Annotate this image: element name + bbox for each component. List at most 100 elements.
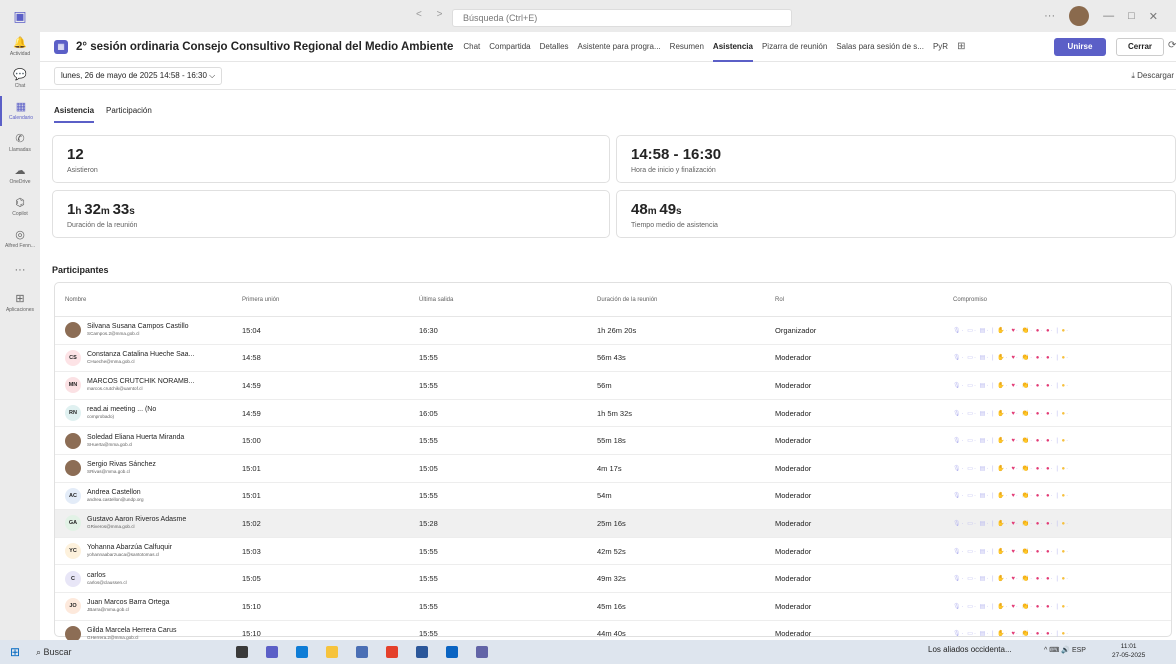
maximize-icon[interactable]: □ [1128, 10, 1135, 22]
last-leave: 16:05 [419, 408, 438, 418]
participant-email: comprobado) [87, 414, 115, 420]
rail-item-onedrive[interactable]: ☁ OneDrive [0, 160, 40, 190]
taskbar-search[interactable]: ⌕ Buscar [36, 647, 196, 658]
engagement-icons: 🎙· ▭· ▤· | ✋· ♥· 👏· ●· ●· | ●· [953, 438, 1070, 445]
col-engagement[interactable]: Compromiso [953, 297, 1153, 303]
store-icon[interactable] [356, 646, 368, 658]
participant-cell: Sergio Rivas Sánchez SRivas@mma.gob.cl [55, 460, 242, 477]
avatar: AC [65, 487, 81, 504]
title-bar: ▣ < > Búsqueda (Ctrl+E) ··· — □ ✕ [0, 0, 1176, 32]
table-row[interactable]: Ccarlos carlos@claussen.cl 15:05 15:55 49m 3… [55, 565, 1171, 593]
tab-resumen[interactable]: Resumen [670, 32, 704, 62]
participant-cell: Soledad Eliana Huerta Miranda SHuerta@mma… [55, 432, 242, 449]
edge-icon[interactable] [296, 646, 308, 658]
table-row[interactable]: YC Yohanna Abarzúa Calfuquir yohannaabarzu… [55, 538, 1171, 566]
tab-asistencia[interactable]: Asistencia [712, 32, 753, 62]
tab-pizarra-de-reunión[interactable]: Pizarra de reunión [762, 32, 827, 62]
minimize-icon[interactable]: — [1103, 10, 1114, 22]
date-selector[interactable]: lunes, 26 de mayo de 2025 14:58 - 16:30 … [54, 66, 223, 85]
user-avatar[interactable] [1069, 6, 1090, 26]
clock-date: 27-05-2025 [1112, 652, 1146, 659]
table-row[interactable]: CS Constanza Catalina Hueche Saa... CHuech… [55, 345, 1171, 373]
copilot-icon: ⌬ [15, 196, 25, 209]
rail-item-copilot[interactable]: ⌬ Copilot [0, 192, 40, 222]
rail-item-llamadas[interactable]: ✆ Llamadas [0, 128, 40, 158]
meeting-duration-cell: 44m 40s [597, 629, 626, 639]
refresh-icon[interactable]: ⟳ [1168, 40, 1176, 51]
participant-email: SCampos.2@mma.gob.cl [87, 331, 140, 337]
engagement-icons: 🎙· ▭· ▤· | ✋· ♥· 👏· ●· ●· | ●· [953, 410, 1070, 417]
tab-salas-para-sesión-de-s-[interactable]: Salas para sesión de s... [836, 32, 924, 62]
tab-chat[interactable]: Chat [463, 32, 480, 62]
table-row[interactable]: RN read.ai meeting ... (No comprobado) 14:5… [55, 400, 1171, 428]
system-tray[interactable]: ^ ⌨ 🔊 ESP [1044, 646, 1086, 654]
table-row[interactable]: JO Juan Marcos Barra Ortega JBarra@mma.gob… [55, 593, 1171, 621]
rail-item-more[interactable]: ··· [0, 256, 40, 286]
meeting-duration-cell: 49m 32s [597, 574, 626, 584]
add-tab-icon[interactable]: ⊞ [957, 41, 965, 52]
more-options-icon[interactable]: ··· [1044, 10, 1055, 22]
outlook-icon[interactable] [446, 646, 458, 658]
close-button[interactable]: Cerrar [1116, 38, 1164, 56]
rail-item-chat[interactable]: 💬 Chat [0, 64, 40, 94]
teams-taskbar-icon[interactable] [266, 646, 278, 658]
download-button[interactable]: ⤓ Descargar [1131, 71, 1174, 81]
last-leave: 15:55 [419, 629, 438, 639]
windows-start-icon[interactable]: ⊞ [4, 645, 26, 659]
close-window-icon[interactable]: ✕ [1149, 10, 1158, 23]
participant-name: Yohanna Abarzúa Calfuquir [87, 544, 172, 552]
join-button[interactable]: Unirse [1054, 38, 1106, 56]
col-last-leave[interactable]: Última salida [419, 297, 597, 303]
participant-cell: RN read.ai meeting ... (No comprobado) [55, 405, 242, 422]
table-row[interactable]: Silvana Susana Campos Castillo SCampos.2@… [55, 317, 1171, 345]
avatar: MN [65, 377, 81, 394]
participant-name: Constanza Catalina Hueche Saa... [87, 350, 195, 358]
tab-detalles[interactable]: Detalles [540, 32, 569, 62]
clock[interactable]: 11:01 27-05-2025 [1112, 642, 1145, 660]
rail-item-actividad[interactable]: 🔔 Actividad [0, 32, 40, 62]
table-row[interactable]: MN MARCOS CRUTCHIK NORAMB... marcos.crutch… [55, 372, 1171, 400]
duration-card: 1h 32m 33s Duración de la reunión [52, 190, 610, 238]
calendar-icon: ▦ [15, 100, 27, 113]
table-row[interactable]: Soledad Eliana Huerta Miranda SHuerta@mma… [55, 427, 1171, 455]
chrome-icon[interactable] [386, 646, 398, 658]
col-role[interactable]: Rol [775, 297, 953, 303]
news-widget[interactable]: Los aliados occidenta... [928, 645, 1012, 654]
tab-pyr[interactable]: PyR [933, 32, 948, 62]
col-first-join[interactable]: Primera unión [242, 297, 419, 303]
teams-new-icon[interactable] [476, 646, 488, 658]
meeting-duration-cell: 55m 18s [597, 436, 626, 446]
avatar [65, 322, 81, 339]
app-icon: ◎ [15, 228, 25, 241]
role: Organizador [775, 325, 817, 335]
rail-item-aplicaciones[interactable]: ⊞ Aplicaciones [0, 288, 40, 318]
rail-label: OneDrive [9, 178, 31, 185]
task-view-icon[interactable] [236, 646, 248, 658]
search-input[interactable]: Búsqueda (Ctrl+E) [452, 9, 792, 27]
role: Moderador [775, 574, 812, 584]
engagement-icons: 🎙· ▭· ▤· | ✋· ♥· 👏· ●· ●· | ●· [953, 576, 1070, 583]
col-duration[interactable]: Duración de la reunión [597, 297, 775, 303]
col-name[interactable]: Nombre [55, 297, 242, 303]
role: Moderador [775, 408, 812, 418]
engagement-icons: 🎙· ▭· ▤· | ✋· ♥· 👏· ●· ●· | ●· [953, 327, 1070, 334]
table-row[interactable]: AC Andrea Castellon andrea.castellon@undp.… [55, 483, 1171, 511]
tab-compartida[interactable]: Compartida [489, 32, 530, 62]
nav-arrows[interactable]: < > [416, 9, 448, 20]
meeting-duration-cell: 4m 17s [597, 463, 622, 473]
tab-asistente-para-progra-[interactable]: Asistente para progra... [578, 32, 661, 62]
meeting-duration-cell: 54m [597, 491, 612, 501]
avatar: CS [65, 349, 81, 366]
participant-name: MARCOS CRUTCHIK NORAMB... [87, 378, 195, 386]
table-row[interactable]: GA Gustavo Aaron Riveros Adasme GRiveros@m… [55, 510, 1171, 538]
rail-item-calendario[interactable]: ▦ Calendario [0, 96, 40, 126]
participant-name: Soledad Eliana Huerta Miranda [87, 433, 185, 441]
first-join: 15:04 [242, 325, 261, 335]
subtab-participation[interactable]: Participación [106, 106, 152, 123]
subtab-attendance[interactable]: Asistencia [54, 106, 95, 123]
word-icon[interactable] [416, 646, 428, 658]
rail-item-alfred-fenn-[interactable]: ◎ Alfred Fenn... [0, 224, 40, 254]
table-row[interactable]: Sergio Rivas Sánchez SRivas@mma.gob.cl 15:… [55, 455, 1171, 483]
participant-cell: JO Juan Marcos Barra Ortega JBarra@mma.gob… [55, 598, 242, 615]
explorer-icon[interactable] [326, 646, 338, 658]
